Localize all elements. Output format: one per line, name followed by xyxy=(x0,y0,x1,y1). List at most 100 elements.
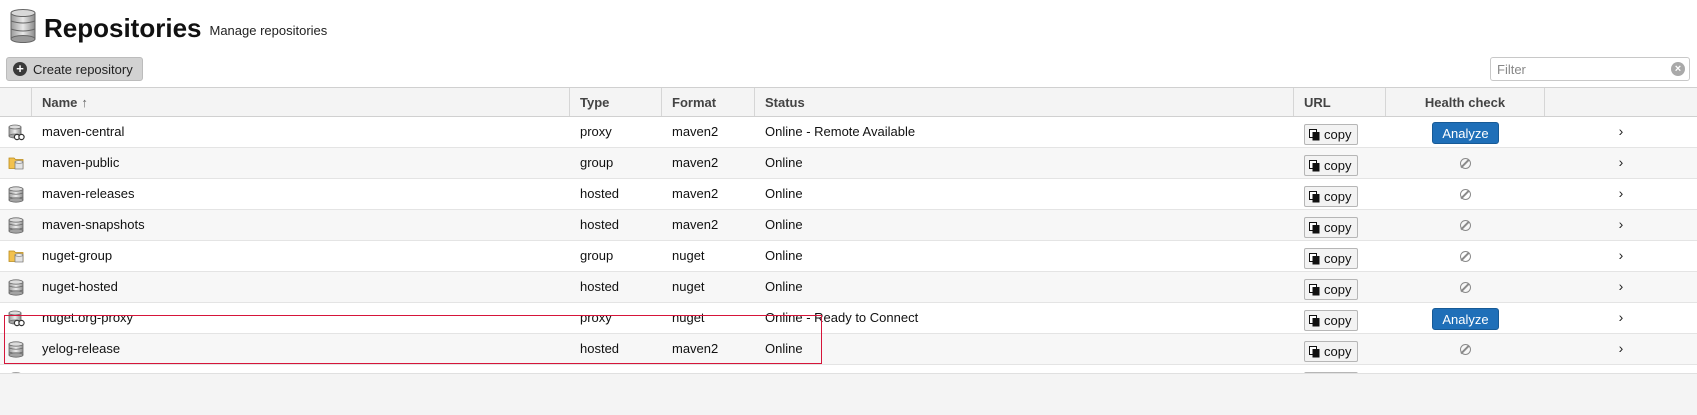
copy-url-button[interactable]: copy xyxy=(1304,155,1359,176)
group-icon xyxy=(0,148,32,178)
icon-column-header xyxy=(0,88,32,116)
create-repository-button[interactable]: + Create repository xyxy=(6,57,143,81)
repository-format: maven2 xyxy=(672,341,719,356)
repository-status: Online xyxy=(765,186,803,201)
repository-format: maven2 xyxy=(672,155,719,170)
repository-format: nuget xyxy=(672,310,705,325)
column-header-url[interactable]: URL xyxy=(1294,88,1386,116)
table-row[interactable]: nuget-group group nuget Online copy › xyxy=(0,241,1697,272)
repository-type: hosted xyxy=(580,279,620,294)
copy-label: copy xyxy=(1324,220,1352,235)
repository-name[interactable]: nuget-group xyxy=(32,241,570,271)
clear-filter-icon[interactable]: × xyxy=(1671,62,1685,76)
database-icon xyxy=(10,9,36,43)
chevron-right-icon[interactable]: › xyxy=(1545,334,1697,364)
group-icon xyxy=(0,241,32,271)
repository-status: Online xyxy=(765,217,803,232)
chevron-right-icon[interactable]: › xyxy=(1545,303,1697,333)
url-cell: copy xyxy=(1294,303,1386,333)
column-header-name[interactable]: Name ↑ xyxy=(32,88,570,116)
repository-type: hosted xyxy=(580,341,620,356)
health-check-disabled-icon xyxy=(1460,189,1471,200)
repository-status: Online - Remote Available xyxy=(765,124,916,139)
url-cell: copy xyxy=(1294,179,1386,209)
column-header-health-check[interactable]: Health check xyxy=(1386,88,1545,116)
repository-type: proxy xyxy=(580,310,612,325)
health-check-cell: Analyze xyxy=(1386,117,1545,147)
repository-status: Online - Ready to Connect xyxy=(765,310,919,325)
chevron-right-icon[interactable]: › xyxy=(1545,148,1697,178)
health-check-disabled-icon xyxy=(1460,158,1471,169)
chevron-right-icon[interactable]: › xyxy=(1545,117,1697,147)
table-row[interactable]: maven-central proxy maven2 Online - Remo… xyxy=(0,117,1697,148)
repository-format: maven2 xyxy=(672,186,719,201)
copy-url-button[interactable]: copy xyxy=(1304,124,1359,145)
copy-url-button[interactable]: copy xyxy=(1304,310,1359,331)
column-header-status[interactable]: Status xyxy=(755,88,1294,116)
chevron-right-icon[interactable]: › xyxy=(1545,272,1697,302)
copy-url-button[interactable]: copy xyxy=(1304,217,1359,238)
plus-circle-icon: + xyxy=(13,62,27,76)
table-row[interactable]: maven-public group maven2 Online copy › xyxy=(0,148,1697,179)
health-check-disabled-icon xyxy=(1460,220,1471,231)
table-row[interactable]: yelog-release hosted maven2 Online copy … xyxy=(0,334,1697,365)
copy-url-button[interactable]: copy xyxy=(1304,341,1359,362)
repository-type: proxy xyxy=(580,124,612,139)
page-subtitle: Manage repositories xyxy=(209,23,328,38)
hosted-icon xyxy=(0,210,32,240)
repository-name[interactable]: maven-snapshots xyxy=(32,210,570,240)
repository-name[interactable]: maven-central xyxy=(32,117,570,147)
analyze-button[interactable]: Analyze xyxy=(1432,308,1499,330)
column-header-status-label: Status xyxy=(765,94,805,110)
repository-status: Online xyxy=(765,248,803,263)
chevron-right-icon[interactable]: › xyxy=(1545,241,1697,271)
copy-icon xyxy=(1309,283,1324,296)
table-row[interactable]: nuget-hosted hosted nuget Online copy › xyxy=(0,272,1697,303)
table-row[interactable]: maven-releases hosted maven2 Online copy… xyxy=(0,179,1697,210)
chevron-right-icon[interactable]: › xyxy=(1545,210,1697,240)
repository-name[interactable]: nuget.org-proxy xyxy=(32,303,570,333)
chevron-column-header xyxy=(1545,88,1697,116)
column-header-type-label: Type xyxy=(580,94,610,110)
column-header-type[interactable]: Type xyxy=(570,88,662,116)
health-check-cell xyxy=(1386,272,1545,302)
table-row[interactable]: nuget.org-proxy proxy nuget Online - Rea… xyxy=(0,303,1697,334)
url-cell: copy xyxy=(1294,117,1386,147)
health-check-cell: Analyze xyxy=(1386,303,1545,333)
column-header-format-label: Format xyxy=(672,94,717,110)
hosted-icon xyxy=(0,334,32,364)
health-check-disabled-icon xyxy=(1460,282,1471,293)
copy-url-button[interactable]: copy xyxy=(1304,186,1359,207)
table-body: maven-central proxy maven2 Online - Remo… xyxy=(0,117,1697,396)
url-cell: copy xyxy=(1294,241,1386,271)
repository-format: nuget xyxy=(672,248,705,263)
copy-icon xyxy=(1309,128,1324,141)
analyze-label: Analyze xyxy=(1442,311,1489,327)
repository-name[interactable]: maven-public xyxy=(32,148,570,178)
analyze-button[interactable]: Analyze xyxy=(1432,122,1499,144)
health-check-cell xyxy=(1386,241,1545,271)
table-row[interactable]: maven-snapshots hosted maven2 Online cop… xyxy=(0,210,1697,241)
copy-label: copy xyxy=(1324,313,1352,328)
repository-type: group xyxy=(580,248,614,263)
chevron-right-icon[interactable]: › xyxy=(1545,179,1697,209)
health-check-disabled-icon xyxy=(1460,344,1471,355)
url-cell: copy xyxy=(1294,272,1386,302)
filter-input[interactable] xyxy=(1491,58,1669,80)
health-check-cell xyxy=(1386,179,1545,209)
repository-name[interactable]: nuget-hosted xyxy=(32,272,570,302)
health-check-cell xyxy=(1386,210,1545,240)
repository-name[interactable]: yelog-release xyxy=(32,334,570,364)
copy-url-button[interactable]: copy xyxy=(1304,248,1359,269)
repository-status: Online xyxy=(765,279,803,294)
repositories-table: Name ↑ Type Format Status URL Health che… xyxy=(0,87,1697,396)
column-header-format[interactable]: Format xyxy=(662,88,755,116)
column-header-url-label: URL xyxy=(1304,94,1331,110)
repository-name[interactable]: maven-releases xyxy=(32,179,570,209)
repository-format: maven2 xyxy=(672,124,719,139)
repository-status: Online xyxy=(765,341,803,356)
table-footer xyxy=(0,373,1697,415)
copy-url-button[interactable]: copy xyxy=(1304,279,1359,300)
page-header: Repositories Manage repositories xyxy=(10,7,327,43)
copy-label: copy xyxy=(1324,344,1352,359)
